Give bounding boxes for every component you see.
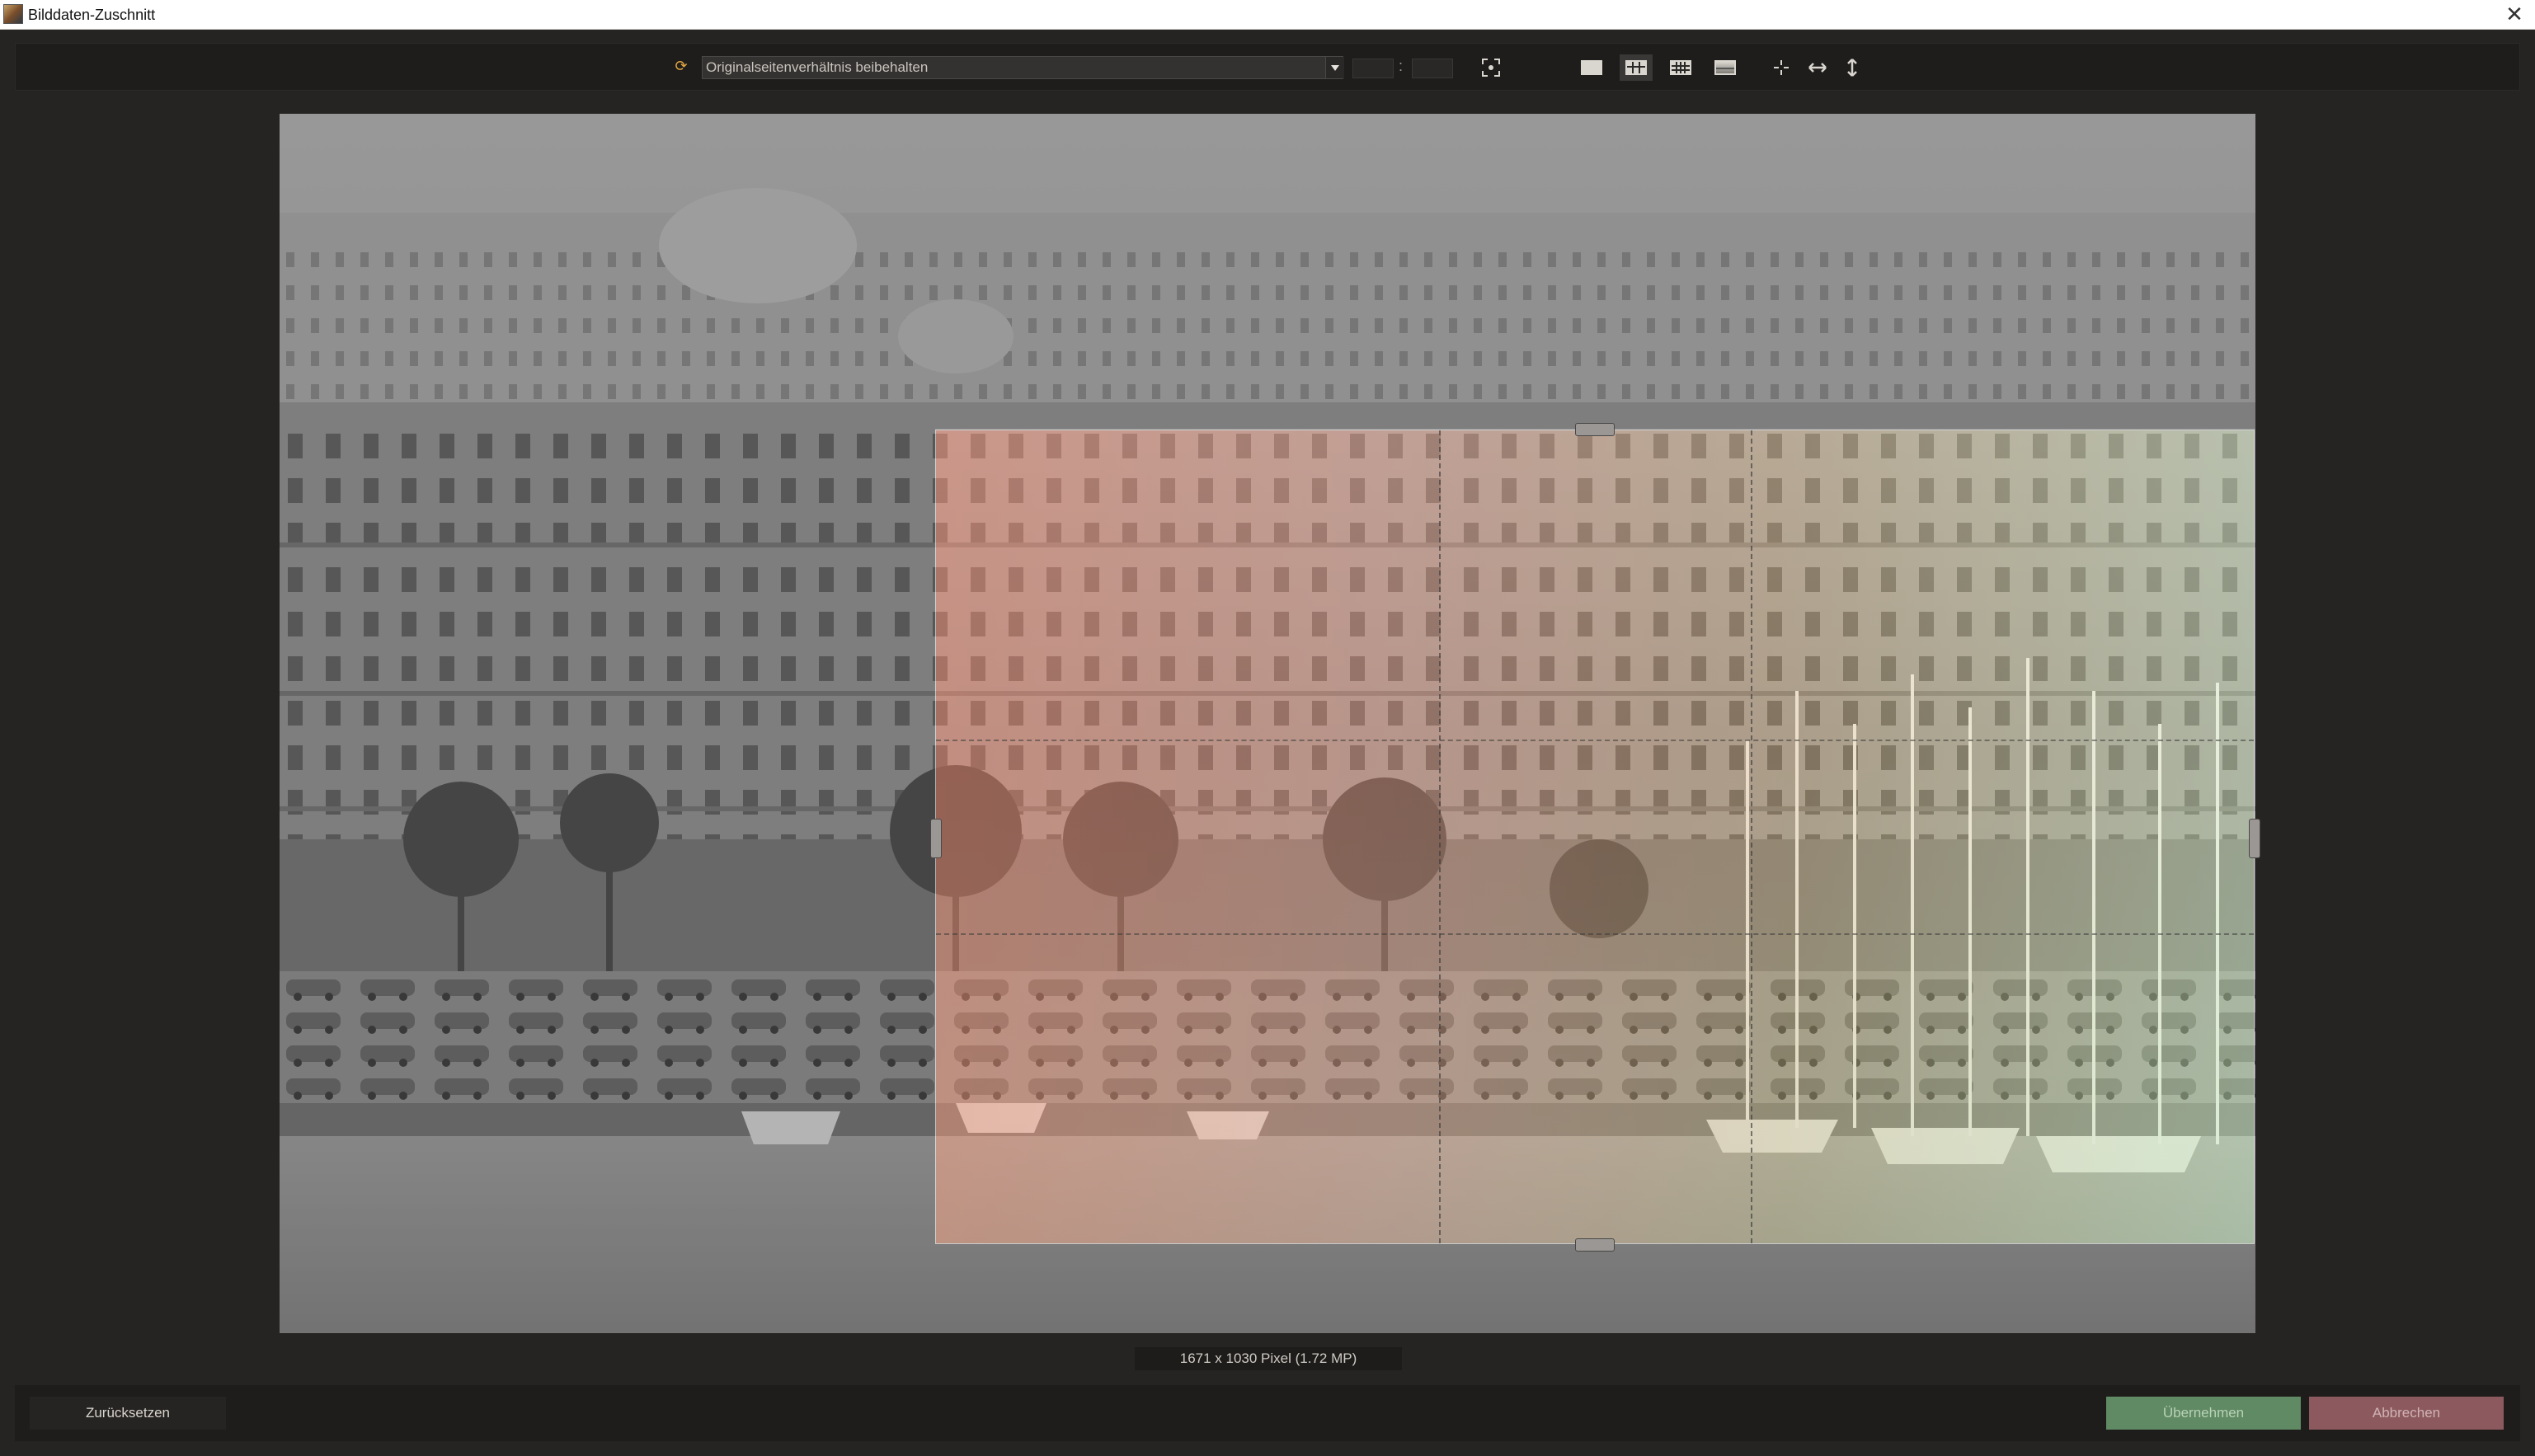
crop-mask-bottom: [280, 1243, 2255, 1333]
crop-selection[interactable]: [935, 430, 2255, 1244]
app-icon: [3, 4, 23, 24]
grid-thirds-icon[interactable]: [1620, 54, 1653, 81]
grid-line: [936, 740, 2254, 741]
close-button[interactable]: ✕: [2500, 2, 2528, 28]
no-grid-icon[interactable]: [1575, 54, 1608, 81]
chevron-down-icon[interactable]: [1325, 57, 1344, 78]
crop-handle-bottom[interactable]: [1575, 1238, 1615, 1252]
height-field[interactable]: [1412, 59, 1453, 78]
window-title: Bilddaten-Zuschnitt: [28, 7, 156, 23]
grid-line: [1439, 430, 1441, 1243]
aspect-ratio-select-value: Originalseitenverhältnis beibehalten: [706, 59, 929, 75]
grid-line: [936, 933, 2254, 935]
crop-tint: [936, 430, 2254, 1243]
title-bar: Bilddaten-Zuschnitt ✕: [0, 0, 2535, 30]
ratio-separator: :: [1399, 58, 1404, 74]
crop-handle-left[interactable]: [930, 819, 942, 858]
crop-handle-top[interactable]: [1575, 423, 1615, 436]
apply-button[interactable]: Übernehmen: [2106, 1397, 2301, 1430]
fit-crop-icon[interactable]: [1474, 54, 1507, 81]
cancel-button[interactable]: Abbrechen: [2309, 1397, 2504, 1430]
reset-button[interactable]: Zurücksetzen: [30, 1397, 226, 1430]
vertical-flip-icon[interactable]: [1836, 54, 1869, 81]
center-crosshair-icon[interactable]: [1765, 54, 1798, 81]
horizontal-flip-icon[interactable]: [1801, 54, 1834, 81]
crop-mask-left: [280, 429, 935, 1243]
aspect-ratio-icon[interactable]: ⟳: [673, 58, 689, 74]
crop-handle-right[interactable]: [2249, 819, 2260, 858]
grid-fine-icon[interactable]: [1664, 54, 1697, 81]
grid-line: [1751, 430, 1752, 1243]
crop-dimensions-readout: 1671 x 1030 Pixel (1.72 MP): [1135, 1347, 1402, 1370]
grid-photo-icon[interactable]: [1709, 54, 1742, 81]
width-field[interactable]: [1352, 59, 1394, 78]
crop-mask-top: [280, 114, 2255, 429]
